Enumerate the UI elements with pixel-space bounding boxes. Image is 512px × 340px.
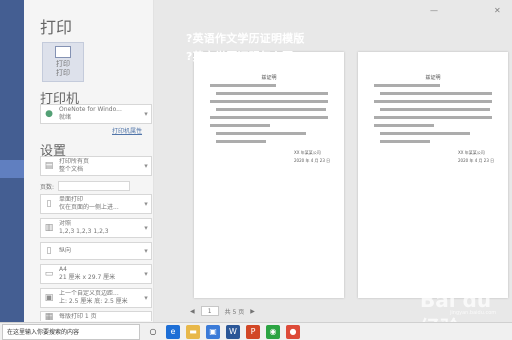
signature-date: 2020 年 4 月 23 日	[458, 158, 495, 163]
single-side-icon: ▯	[46, 199, 52, 209]
word-icon[interactable]: W	[226, 324, 240, 339]
pages-row: 页数:	[40, 181, 131, 191]
portrait-icon: ▯	[46, 246, 52, 256]
print-window: 打印 打印 打印 打印机 ● OneNote for Windo... 就绪 ▾…	[0, 0, 512, 340]
chevron-down-icon: ▾	[144, 270, 148, 278]
pages-icon: ▤	[44, 161, 54, 171]
paper-size-select[interactable]: ▭ A4 21 厘米 x 29.7 厘米 ▾	[40, 264, 152, 284]
panel-title: 打印	[40, 18, 73, 37]
caption-line-1: ?英语作文学历证明模版	[186, 32, 305, 45]
nav-item-print[interactable]	[0, 160, 24, 178]
text-line	[210, 116, 328, 119]
collate-icon: ▥	[44, 223, 54, 233]
text-line	[374, 100, 492, 103]
edge-icon[interactable]: e	[166, 324, 180, 339]
chevron-down-icon: ▾	[144, 247, 148, 255]
taskbar: 在这里输入你要搜索的内容 ○ e ▬ ▣ W P ◉ ●	[0, 322, 512, 340]
caption-line-2: ?英文学历证明怎么写?	[186, 50, 300, 63]
text-line	[380, 132, 470, 135]
text-line	[374, 84, 440, 87]
text-line	[374, 124, 434, 127]
margins-icon: ▣	[44, 293, 54, 303]
margins-sub: 上: 2.5 厘米 底: 2.5 厘米	[59, 298, 128, 305]
printer-properties-link[interactable]: 打印机属性	[112, 126, 142, 135]
sides-label: 单面打印	[59, 196, 84, 203]
signature-date: 2020 年 4 月 23 日	[294, 158, 331, 163]
text-line	[210, 100, 328, 103]
text-line	[374, 116, 492, 119]
print-button-sublabel: 打印	[56, 69, 70, 77]
onenote-icon: ●	[45, 109, 53, 119]
orientation-label: 纵向	[59, 247, 72, 254]
range-label: 打印所有页	[59, 158, 90, 165]
sides-sub: 仅在页面的一侧上进...	[59, 204, 119, 211]
page-total: 共 5 页	[224, 308, 245, 316]
per-sheet-label: 每版打印 1 页	[59, 312, 97, 320]
prev-page-icon[interactable]: ◀	[190, 308, 195, 315]
margins-select[interactable]: ▣ 上一个自定义页边距... 上: 2.5 厘米 底: 2.5 厘米 ▾	[40, 288, 152, 308]
print-button[interactable]: 打印 打印	[42, 42, 84, 82]
preview-page-1: 兹证明 XX 年某某公司 2020 年 4 月 23 日	[194, 52, 344, 298]
text-line	[380, 140, 430, 143]
printer-select[interactable]: ● OneNote for Windo... 就绪 ▾	[40, 104, 152, 124]
collate-select[interactable]: ▥ 对照 1,2,3 1,2,3 1,2,3 ▾	[40, 218, 152, 238]
task-view-icon[interactable]: ○	[146, 325, 160, 339]
baidu-watermark-url: jingyan.baidu.com	[450, 310, 497, 316]
printer-status: 就绪	[59, 114, 72, 121]
print-settings-panel: 打印 打印 打印 打印机 ● OneNote for Windo... 就绪 ▾…	[24, 0, 154, 322]
chevron-down-icon: ▾	[144, 110, 148, 118]
close-icon[interactable]: ✕	[494, 6, 501, 15]
pages-per-sheet-select[interactable]: ▦ 每版打印 1 页	[40, 311, 152, 322]
powerpoint-icon[interactable]: P	[246, 324, 260, 339]
backstage-nav	[0, 0, 24, 322]
orientation-select[interactable]: ▯ 纵向 ▾	[40, 242, 152, 260]
page-title: 兹证明	[261, 75, 277, 81]
signature-company: XX 年某某公司	[294, 150, 321, 155]
margins-label: 上一个自定义页边距...	[59, 290, 119, 297]
text-line	[210, 124, 270, 127]
page-title: 兹证明	[425, 75, 441, 81]
page-number-input[interactable]: 1	[200, 306, 219, 316]
range-sub: 整个文档	[59, 166, 84, 173]
wechat-icon[interactable]: ◉	[266, 324, 280, 339]
text-line	[380, 108, 490, 111]
preview-page-nav: ◀ 1 共 5 页 ▶	[190, 306, 255, 316]
minimize-icon[interactable]: —	[430, 6, 438, 15]
text-line	[216, 108, 326, 111]
text-line	[380, 92, 492, 95]
text-line	[216, 140, 266, 143]
pages-input[interactable]	[58, 181, 131, 191]
chevron-down-icon: ▾	[144, 224, 148, 232]
chevron-down-icon: ▾	[144, 294, 148, 302]
next-page-icon[interactable]: ▶	[250, 308, 255, 315]
text-line	[210, 84, 276, 87]
chevron-down-icon: ▾	[144, 200, 148, 208]
paper-label: A4	[59, 266, 67, 273]
printer-name: OneNote for Windo...	[59, 106, 122, 113]
print-range-select[interactable]: ▤ 打印所有页 整个文档 ▾	[40, 156, 152, 176]
paper-icon: ▭	[44, 269, 54, 279]
collate-label: 对照	[59, 220, 72, 227]
preview-page-2: 兹证明 XX 年某某公司 2020 年 4 月 23 日	[358, 52, 508, 298]
chrome-icon[interactable]: ●	[286, 324, 300, 339]
text-line	[216, 132, 306, 135]
print-button-label: 打印	[56, 60, 70, 68]
paper-sub: 21 厘米 x 29.7 厘米	[59, 274, 116, 281]
text-line	[216, 92, 328, 95]
pages-label: 页数:	[40, 183, 55, 191]
folder-icon[interactable]: ▬	[186, 324, 200, 339]
signature-company: XX 年某某公司	[458, 150, 485, 155]
store-icon[interactable]: ▣	[206, 324, 220, 339]
sides-select[interactable]: ▯ 单面打印 仅在页面的一侧上进... ▾	[40, 194, 152, 214]
printer-icon	[55, 46, 71, 58]
chevron-down-icon: ▾	[144, 162, 148, 170]
taskbar-search-input[interactable]: 在这里输入你要搜索的内容	[2, 323, 140, 340]
pages-per-sheet-icon: ▦	[44, 311, 54, 322]
collate-sub: 1,2,3 1,2,3 1,2,3	[59, 228, 109, 235]
